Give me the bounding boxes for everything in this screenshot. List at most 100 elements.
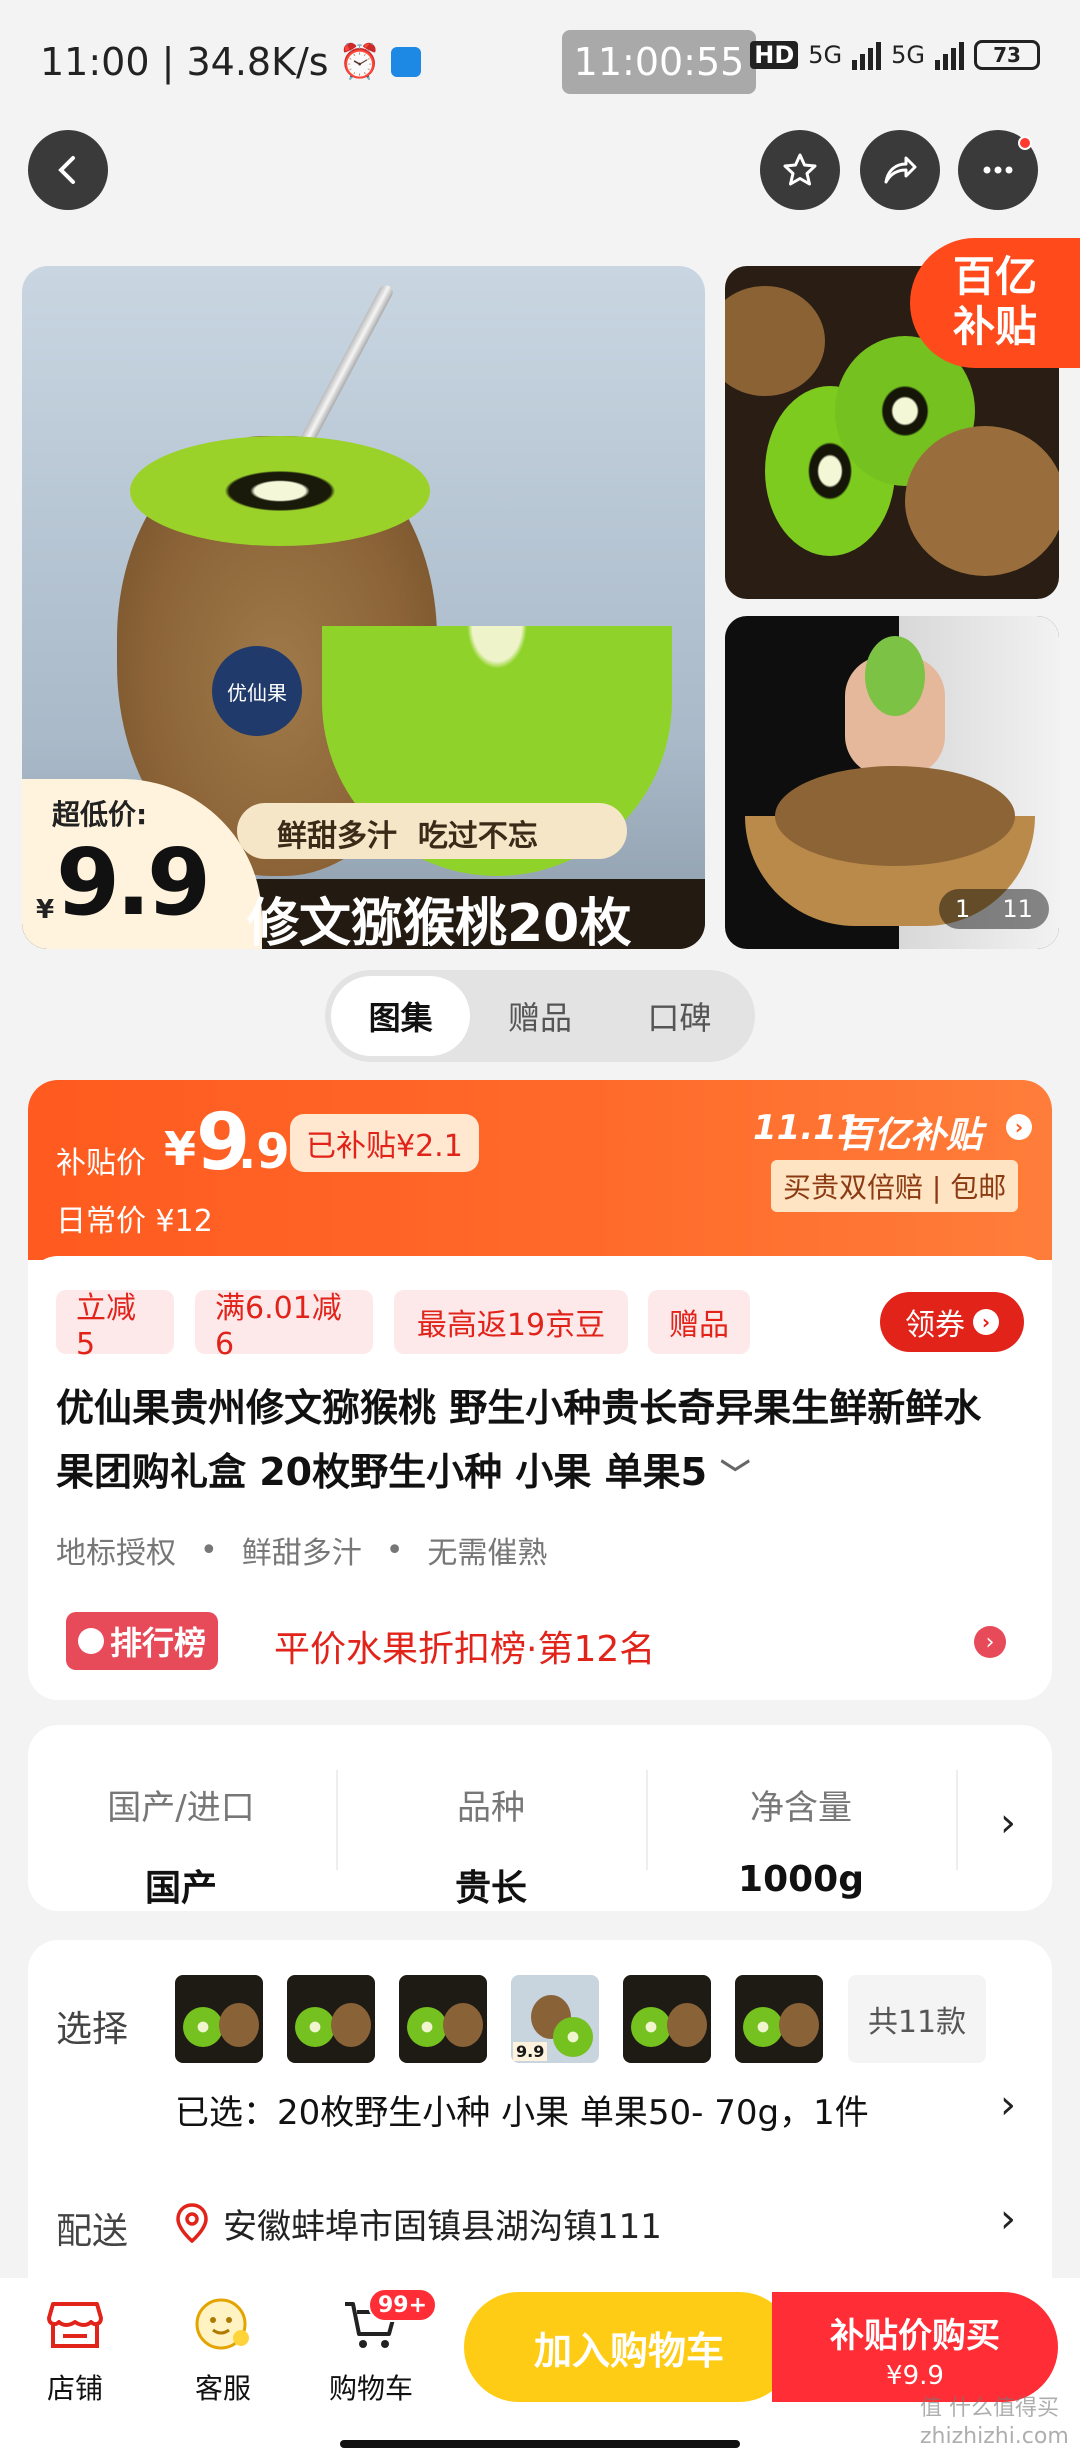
coupon-tag[interactable]: 最高返19京豆: [394, 1290, 628, 1354]
kiwi-whole-graphic: [725, 286, 825, 396]
variant-thumbnail[interactable]: [175, 1975, 263, 2063]
main-slogan: 鲜甜多汁 吃过不忘: [277, 819, 538, 854]
main-product-image[interactable]: 优仙果 超低价: ¥ 9.9 鲜甜多汁 吃过不忘 修文猕猴桃20枚: [22, 266, 705, 949]
kiwi-peeled-graphic: [865, 636, 925, 716]
customer-service-label: 客服: [194, 2372, 251, 2405]
watermark: 值 什么值得买 zhizhizhi.com: [920, 2396, 1069, 2449]
gallery-tabs: 图集 赠品 口碑: [325, 970, 755, 1062]
shop-button[interactable]: 店铺: [20, 2296, 130, 2407]
favorite-button[interactable]: [760, 130, 840, 210]
variant-thumbnail[interactable]: [287, 1975, 375, 2063]
page-indicator-current: 1: [955, 895, 971, 923]
spec-origin: 国产/进口 国产: [66, 1780, 296, 1911]
shop-label: 店铺: [46, 2372, 103, 2405]
share-icon: [884, 156, 917, 184]
more-dots-icon: [983, 166, 1013, 174]
page-indicator-total: 11: [1002, 895, 1033, 923]
delivery-address: 安徽蚌埠市固镇县湖沟镇111: [223, 2206, 662, 2247]
network-5g-label: 5G: [808, 41, 843, 69]
product-tags: 地标授权 • 鲜甜多汁 • 无需催熟: [56, 1528, 547, 1572]
side-product-image-2[interactable]: 1 11: [725, 616, 1059, 949]
subsidy-badge: 百亿 补贴: [910, 238, 1080, 368]
delivery-label: 配送: [56, 2211, 129, 2252]
cart-badge: 99+: [368, 2288, 438, 2322]
spec-divider: [336, 1770, 338, 1870]
subsidy-badge-line2: 补贴: [952, 302, 1037, 351]
selected-variant-text: 已选：20枚野生小种 小果 单果50- 70g，1件: [175, 2093, 869, 2133]
chevron-right-icon[interactable]: ›: [1000, 2196, 1016, 2242]
expand-chevron-icon[interactable]: ﹀: [720, 1458, 750, 1493]
buy-button-label: 补贴价购买: [830, 2316, 1000, 2356]
tab-gallery[interactable]: 图集: [331, 976, 471, 1056]
daily-price: 日常价 ¥12: [56, 1204, 213, 1239]
coupon-tag[interactable]: 赠品: [648, 1290, 750, 1354]
alarm-icon: ⏰: [338, 42, 381, 82]
low-price-value: 9.9: [56, 829, 211, 936]
coupon-tag[interactable]: 立减5: [56, 1290, 174, 1362]
buy-button-price: ¥9.9: [886, 2361, 944, 2391]
more-button[interactable]: [958, 130, 1038, 210]
kiwi-whole-graphic-2: [905, 426, 1059, 576]
kiwi-pile-graphic: [775, 766, 1015, 866]
shop-icon: [47, 2302, 103, 2348]
page-indicator: 1 11: [939, 889, 1049, 929]
subsidy-buy-button[interactable]: 补贴价购买 ¥9.9: [772, 2292, 1058, 2402]
delivery-address-row[interactable]: 安徽蚌埠市固镇县湖沟镇111: [175, 2200, 662, 2247]
main-image-title: 修文猕猴桃20枚: [247, 894, 632, 949]
app-notification-icon: [390, 47, 421, 77]
tag-separator-dot: •: [200, 1532, 218, 1568]
variant-thumbnail[interactable]: [735, 1975, 823, 2063]
add-to-cart-button[interactable]: 加入购物车: [464, 2292, 794, 2402]
status-left: 11:00 | 34.8K/s ⏰: [40, 40, 421, 84]
star-icon: [783, 153, 817, 186]
hd-icon: HD: [750, 41, 799, 69]
tab-gifts[interactable]: 赠品: [470, 976, 609, 1056]
variant-count[interactable]: 共11款: [848, 1975, 986, 2063]
trophy-icon: [78, 1628, 104, 1654]
kiwi-cut-top-graphic: [130, 436, 430, 546]
promo-sub: 买贵双倍赔 | 包邮: [771, 1160, 1019, 1212]
chevron-right-icon[interactable]: ›: [1000, 2082, 1016, 2128]
product-title: 优仙果贵州修文猕猴桃 野生小种贵长奇异果生鲜新鲜水果团购礼盒 20枚野生小种 小…: [56, 1376, 1006, 1508]
subsidy-badge-line1: 百亿: [952, 252, 1037, 301]
variant-thumbnail-selected[interactable]: 9.9: [511, 1975, 599, 2063]
cart-button[interactable]: 99+ 购物车: [316, 2288, 438, 2407]
get-coupon-label: 领券: [905, 1308, 965, 1343]
spec-variety: 品种 贵长: [376, 1780, 606, 1911]
ranking-row[interactable]: 排行榜 平价水果折扣榜·第12名 ›: [66, 1612, 1006, 1672]
chevron-right-icon[interactable]: ›: [1000, 1800, 1016, 1846]
get-coupon-button[interactable]: 领券 ›: [880, 1292, 1024, 1352]
network-5g-label-2: 5G: [891, 41, 925, 69]
spec-divider: [646, 1770, 648, 1870]
status-right: HD 5G 5G 73: [750, 40, 1040, 70]
price-header: 补贴价 ¥ 9 .9 已补贴¥2.1 日常价 ¥12 11.11 百亿补贴 › …: [28, 1080, 1052, 1260]
tag-separator-dot: •: [385, 1532, 404, 1568]
product-tag: 地标授权: [56, 1536, 176, 1571]
brand-logo-text: 优仙果: [227, 680, 287, 705]
spec-value: 贵长: [454, 1868, 527, 1909]
tab-reviews[interactable]: 口碑: [610, 976, 749, 1056]
spec-value: 国产: [144, 1868, 217, 1909]
spec-value: 1000g: [738, 1859, 864, 1900]
promo-arrow-icon[interactable]: ›: [1006, 1114, 1032, 1140]
spec-divider: [956, 1770, 958, 1870]
chevron-left-icon: [58, 156, 75, 184]
brand-logo: 优仙果: [212, 646, 302, 736]
product-detail-page: 11:00 | 34.8K/s ⏰ 11:00:55 HD 5G 5G 73 优…: [0, 0, 1080, 2460]
customer-service-button[interactable]: 客服: [168, 2296, 278, 2407]
spec-key: 国产/进口: [107, 1788, 255, 1828]
location-pin-icon: [176, 2203, 208, 2243]
share-button[interactable]: [860, 130, 940, 210]
rank-badge: 排行榜: [66, 1612, 219, 1670]
variant-thumbnail[interactable]: [399, 1975, 487, 2063]
coupon-tag[interactable]: 满6.01减6: [195, 1290, 373, 1362]
status-bar: 11:00 | 34.8K/s ⏰ 11:00:55 HD 5G 5G 73: [0, 0, 1080, 130]
spec-key: 品种: [457, 1788, 525, 1828]
rank-badge-label: 排行榜: [110, 1624, 207, 1662]
status-time-speed: 11:00 | 34.8K/s: [40, 40, 329, 84]
variant-thumbnail[interactable]: [623, 1975, 711, 2063]
back-button[interactable]: [28, 130, 108, 210]
rank-text: 平价水果折扣榜·第12名: [274, 1629, 656, 1670]
clock-pill: 11:00:55: [562, 30, 756, 94]
low-price-symbol: ¥: [36, 895, 55, 925]
